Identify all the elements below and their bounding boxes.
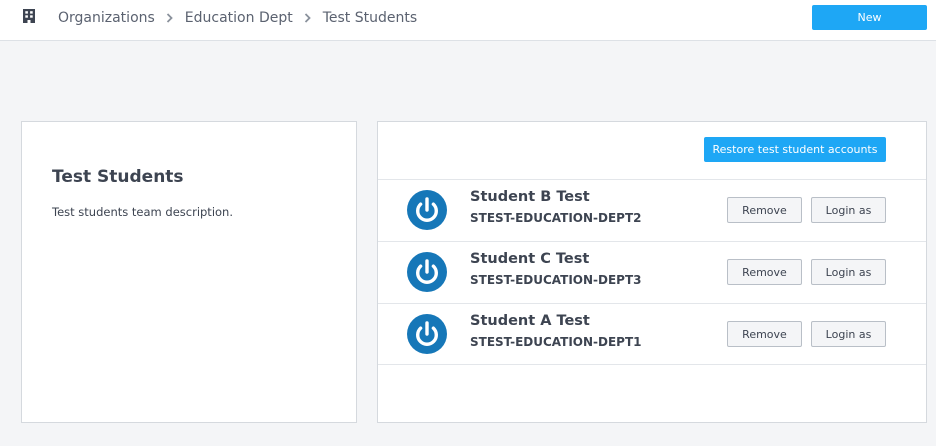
student-row: Student A Test STEST-EDUCATION-DEPT1 Rem… (378, 303, 926, 365)
breadcrumb-test-students: Test Students (322, 9, 418, 26)
student-id: STEST-EDUCATION-DEPT1 (470, 335, 642, 349)
login-as-button[interactable]: Login as (811, 259, 886, 285)
chevron-right-icon (155, 12, 185, 23)
student-list: Student B Test STEST-EDUCATION-DEPT2 Rem… (378, 179, 926, 365)
student-id: STEST-EDUCATION-DEPT3 (470, 273, 642, 287)
login-as-button[interactable]: Login as (811, 197, 886, 223)
chevron-right-icon (293, 12, 323, 23)
student-name: Student B Test (470, 189, 590, 205)
breadcrumb-education-dept[interactable]: Education Dept (185, 10, 293, 26)
new-button[interactable]: New (812, 5, 927, 30)
team-title: Test Students (52, 167, 184, 187)
power-icon (407, 252, 447, 292)
top-bar: Organizations Education Dept Test Studen… (0, 0, 936, 41)
restore-accounts-button[interactable]: Restore test student accounts (704, 137, 886, 162)
login-as-button[interactable]: Login as (811, 321, 886, 347)
remove-button[interactable]: Remove (727, 321, 802, 347)
team-description: Test students team description. (52, 205, 233, 219)
student-name: Student A Test (470, 313, 590, 329)
power-icon (407, 190, 447, 230)
student-row: Student C Test STEST-EDUCATION-DEPT3 Rem… (378, 241, 926, 303)
breadcrumb-organizations[interactable]: Organizations (58, 10, 155, 26)
remove-button[interactable]: Remove (727, 197, 802, 223)
members-card: Restore test student accounts Student B … (377, 121, 927, 423)
building-icon[interactable] (21, 8, 37, 24)
team-info-card: Test Students Test students team descrip… (21, 121, 357, 423)
student-id: STEST-EDUCATION-DEPT2 (470, 211, 642, 225)
power-icon (407, 314, 447, 354)
student-row: Student B Test STEST-EDUCATION-DEPT2 Rem… (378, 179, 926, 241)
student-name: Student C Test (470, 251, 590, 267)
breadcrumb: Organizations Education Dept Test Studen… (58, 0, 417, 35)
remove-button[interactable]: Remove (727, 259, 802, 285)
